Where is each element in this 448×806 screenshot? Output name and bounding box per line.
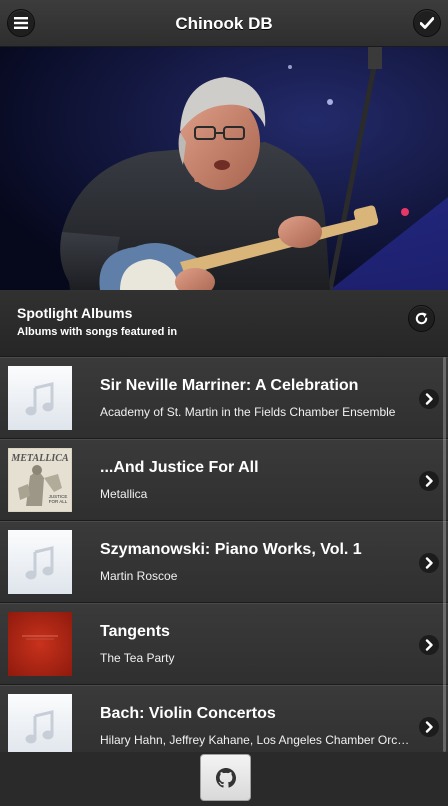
spotlight-section-header: Spotlight Albums Albums with songs featu… bbox=[0, 290, 448, 357]
album-title: Sir Neville Marriner: A Celebration bbox=[100, 377, 359, 394]
album-thumbnail bbox=[8, 530, 72, 594]
svg-text:METALLICA: METALLICA bbox=[10, 453, 69, 464]
album-thumbnail bbox=[8, 612, 72, 676]
spotlight-title: Spotlight Albums bbox=[17, 305, 133, 321]
svg-text:FOR ALL: FOR ALL bbox=[49, 499, 68, 504]
check-button[interactable] bbox=[413, 9, 441, 37]
refresh-button[interactable] bbox=[408, 305, 435, 332]
album-artist: Academy of St. Martin in the Fields Cham… bbox=[100, 405, 396, 419]
chevron-right-icon bbox=[419, 717, 439, 737]
album-artist: The Tea Party bbox=[100, 651, 175, 665]
album-artist: Martin Roscoe bbox=[100, 569, 178, 583]
album-thumbnail: METALLICA JUSTICE FOR ALL bbox=[8, 448, 72, 512]
check-icon bbox=[420, 17, 434, 29]
github-button[interactable] bbox=[200, 754, 251, 801]
music-note-icon bbox=[25, 382, 54, 416]
album-artist: Metallica bbox=[100, 487, 148, 501]
album-title: Szymanowski: Piano Works, Vol. 1 bbox=[100, 541, 362, 558]
list-item[interactable]: Sir Neville Marriner: A Celebration Acad… bbox=[0, 357, 448, 439]
page-title: Chinook DB bbox=[175, 14, 273, 33]
spotlight-subtitle: Albums with songs featured in bbox=[17, 326, 178, 338]
music-note-icon bbox=[25, 546, 54, 580]
album-title: ...And Justice For All bbox=[100, 459, 259, 476]
album-title: Bach: Violin Concertos bbox=[100, 705, 276, 722]
refresh-icon bbox=[415, 312, 428, 325]
list-item[interactable]: METALLICA JUSTICE FOR ALL ...And Justice… bbox=[0, 439, 448, 521]
album-cover-icon bbox=[8, 612, 72, 676]
list-item[interactable]: Bach: Violin Concertos Hilary Hahn, Jeff… bbox=[0, 685, 448, 752]
chevron-right-icon bbox=[419, 635, 439, 655]
chevron-right-icon bbox=[419, 553, 439, 573]
header-bar: Chinook DB bbox=[0, 0, 448, 47]
chevron-right-icon bbox=[419, 389, 439, 409]
album-artist: Hilary Hahn, Jeffrey Kahane, Los Angeles… bbox=[100, 733, 410, 747]
list-item[interactable]: Tangents The Tea Party bbox=[0, 603, 448, 685]
album-thumbnail bbox=[8, 694, 72, 752]
music-note-icon bbox=[25, 710, 54, 744]
album-cover-icon: METALLICA JUSTICE FOR ALL bbox=[8, 448, 72, 512]
album-thumbnail bbox=[8, 366, 72, 430]
github-icon bbox=[215, 767, 236, 788]
footer-bar bbox=[0, 752, 448, 806]
album-title: Tangents bbox=[100, 623, 170, 640]
hero-image bbox=[0, 47, 448, 290]
album-list: Sir Neville Marriner: A Celebration Acad… bbox=[0, 357, 448, 752]
list-scrollbar[interactable] bbox=[443, 357, 446, 752]
list-item[interactable]: Szymanowski: Piano Works, Vol. 1 Martin … bbox=[0, 521, 448, 603]
guitarist-photo bbox=[0, 47, 448, 290]
chevron-right-icon bbox=[419, 471, 439, 491]
